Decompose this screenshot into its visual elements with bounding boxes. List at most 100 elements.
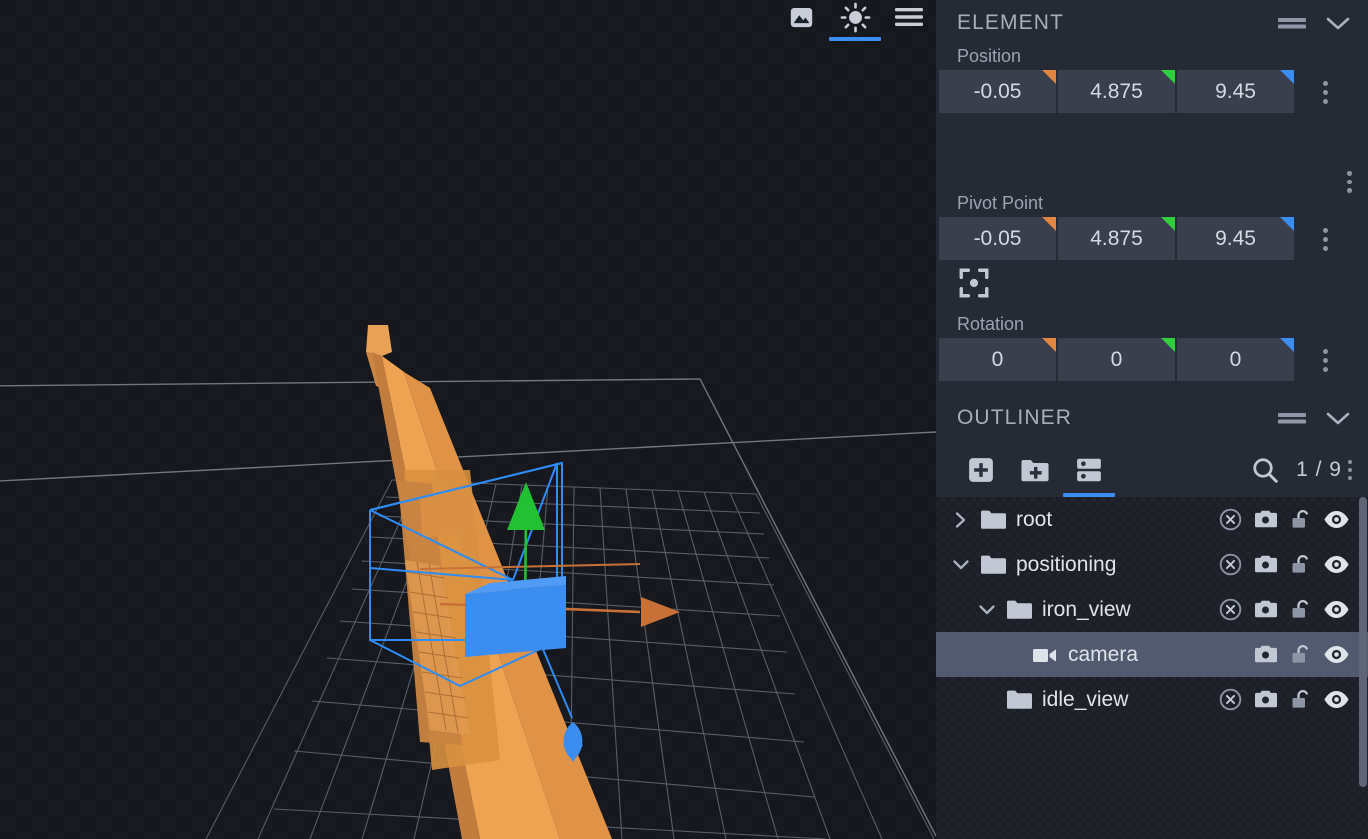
x-circle-icon[interactable] <box>1218 552 1243 577</box>
x-circle-icon[interactable] <box>1218 687 1243 712</box>
camera-icon-glyph <box>1255 600 1277 618</box>
add-group-button[interactable] <box>1008 447 1062 493</box>
rotation-options-menu[interactable] <box>1314 349 1336 372</box>
outliner-scrollbar[interactable] <box>1358 497 1368 839</box>
eye-icon[interactable] <box>1323 509 1350 530</box>
x-circle-icon[interactable] <box>1218 597 1243 622</box>
eye-icon[interactable] <box>1323 644 1350 665</box>
outliner-toolbar: 1 / 9 <box>936 443 1368 497</box>
axis-z-marker <box>1280 70 1294 84</box>
video-camera-icon <box>1032 645 1058 665</box>
chevron-down-icon[interactable] <box>1326 411 1350 426</box>
chevron-down-icon[interactable] <box>1326 16 1350 31</box>
folder-icon-glyph <box>1007 690 1032 709</box>
pivot-options-menu[interactable] <box>1314 228 1336 251</box>
add-group-icon <box>1021 460 1049 482</box>
eye-icon-glyph <box>1324 601 1349 618</box>
camera-icon-glyph <box>1255 645 1277 663</box>
rotation-fields: 0 0 0 <box>939 338 1294 381</box>
x-circle-icon-glyph <box>1219 508 1242 531</box>
position-y-input[interactable]: 4.875 <box>1058 70 1175 113</box>
camera-icon[interactable] <box>1253 643 1279 666</box>
outliner-tree: root positioning iron_view camera idle_view <box>936 497 1368 839</box>
unlock-icon-glyph <box>1292 554 1308 573</box>
outliner-panel-title: OUTLINER <box>957 406 1072 429</box>
eye-icon[interactable] <box>1323 599 1350 620</box>
element-panel-header[interactable]: ELEMENT <box>936 0 1368 46</box>
add-element-icon <box>969 458 993 482</box>
camera-icon[interactable] <box>1253 508 1279 531</box>
rotation-y-input[interactable]: 0 <box>1058 338 1175 381</box>
viewport-toolbar <box>774 0 936 42</box>
unlock-icon[interactable] <box>1289 643 1313 667</box>
rotation-z-value: 0 <box>1229 347 1242 371</box>
tree-row-idle_view[interactable]: idle_view <box>936 677 1368 722</box>
tree-row-root[interactable]: root <box>936 497 1368 542</box>
position-z-value: 9.45 <box>1215 79 1256 103</box>
folder-icon <box>1006 689 1032 711</box>
expand-toggle-expanded[interactable] <box>948 556 974 574</box>
camera-icon-glyph <box>1255 690 1277 708</box>
expand-toggle-expanded[interactable] <box>974 601 1000 619</box>
unlock-icon[interactable] <box>1289 688 1313 712</box>
pivot-point-row: -0.05 4.875 9.45 <box>936 217 1368 260</box>
eye-icon-glyph <box>1324 691 1349 708</box>
axis-y-marker <box>1161 70 1175 84</box>
position-label: Position <box>957 46 1022 66</box>
drag-handle-icon[interactable] <box>1278 16 1306 30</box>
camera-icon[interactable] <box>1253 688 1279 711</box>
image-icon[interactable] <box>774 0 828 34</box>
x-circle-icon[interactable] <box>1218 507 1243 532</box>
position-y-value: 4.875 <box>1090 79 1143 103</box>
eye-icon[interactable] <box>1323 689 1350 710</box>
tree-row-label: idle_view <box>1042 687 1129 711</box>
tree-row-positioning[interactable]: positioning <box>936 542 1368 587</box>
list-view-button[interactable] <box>1062 447 1116 497</box>
camera-icon[interactable] <box>1253 553 1279 576</box>
drag-handle-icon[interactable] <box>1278 411 1306 425</box>
unlock-icon[interactable] <box>1289 508 1313 532</box>
rotation-x-input[interactable]: 0 <box>939 338 1056 381</box>
weapon-model <box>366 325 612 839</box>
unlock-icon[interactable] <box>1289 598 1313 622</box>
expand-toggle-collapsed[interactable] <box>948 511 974 529</box>
position-options-menu[interactable] <box>1314 81 1336 104</box>
axis-z-marker <box>1280 217 1294 231</box>
rotation-z-input[interactable]: 0 <box>1177 338 1294 381</box>
light-icon[interactable] <box>828 0 882 41</box>
position-z-input[interactable]: 9.45 <box>1177 70 1294 113</box>
outliner-panel-header[interactable]: OUTLINER <box>936 393 1368 443</box>
pivot-point-label: Pivot Point <box>957 193 1044 213</box>
unlock-icon[interactable] <box>1289 553 1313 577</box>
chevron-down-icon-glyph <box>953 559 969 569</box>
pivot-z-input[interactable]: 9.45 <box>1177 217 1294 260</box>
eye-icon[interactable] <box>1323 554 1350 575</box>
pivot-z-value: 9.45 <box>1215 226 1256 250</box>
chevron-right-icon-glyph <box>955 511 966 528</box>
search-icon[interactable] <box>1250 455 1280 485</box>
tree-row-camera[interactable]: camera <box>936 632 1368 677</box>
scrollbar-thumb[interactable] <box>1359 497 1367 787</box>
eye-icon-glyph <box>1324 646 1349 663</box>
3d-viewport[interactable] <box>0 0 936 839</box>
image-icon-glyph <box>790 7 812 27</box>
center-pivot-icon[interactable] <box>957 266 1368 300</box>
video-camera-icon-glyph <box>1033 648 1056 662</box>
menu-icon[interactable] <box>882 0 936 34</box>
tree-row-actions <box>1218 597 1368 622</box>
folder-icon <box>1006 599 1032 621</box>
outliner-options-menu[interactable] <box>1348 460 1352 480</box>
spacer-options-menu[interactable] <box>1338 171 1360 194</box>
unlock-icon-glyph <box>1292 509 1308 528</box>
tree-row-iron_view[interactable]: iron_view <box>936 587 1368 632</box>
chevron-down-icon-glyph <box>979 604 995 614</box>
pivot-x-input[interactable]: -0.05 <box>939 217 1056 260</box>
add-element-button[interactable] <box>954 447 1008 493</box>
element-spacer-block <box>936 113 1368 194</box>
pivot-y-input[interactable]: 4.875 <box>1058 217 1175 260</box>
position-x-input[interactable]: -0.05 <box>939 70 1056 113</box>
x-circle-icon-glyph <box>1219 598 1242 621</box>
camera-icon[interactable] <box>1253 598 1279 621</box>
rotation-y-value: 0 <box>1110 347 1123 371</box>
folder-icon-glyph <box>1007 600 1032 619</box>
